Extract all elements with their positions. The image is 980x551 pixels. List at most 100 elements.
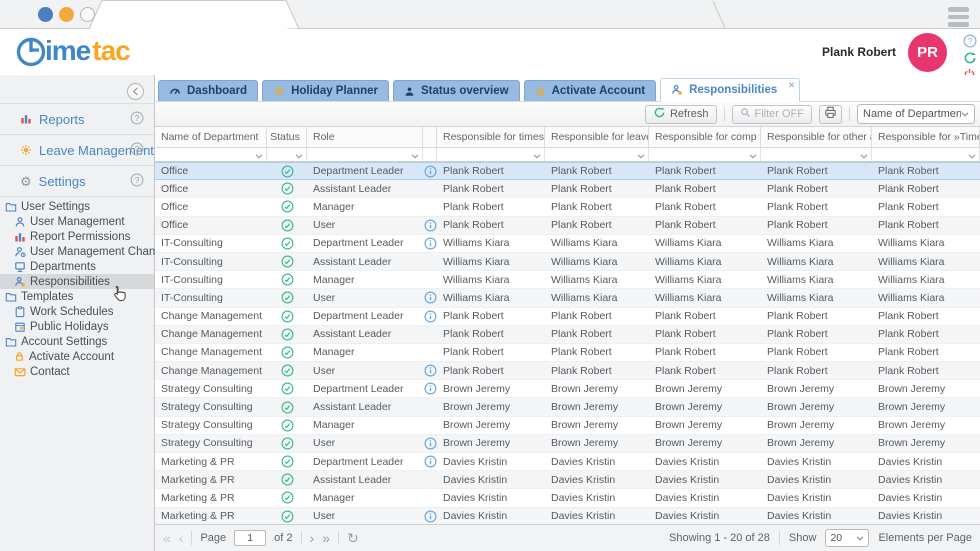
sidebar-item-user-management[interactable]: User Management	[0, 214, 154, 229]
help-icon[interactable]: ?	[130, 173, 144, 192]
table-row[interactable]: Change ManagementUserPlank RobertPlank R…	[155, 362, 980, 380]
sidebar-nav-leave-management[interactable]: Leave Management?	[0, 134, 154, 165]
info-icon[interactable]	[424, 364, 437, 377]
table-row[interactable]: Marketing & PRAssistant LeaderDavies Kri…	[155, 471, 980, 489]
info-icon[interactable]	[424, 165, 437, 178]
table-row[interactable]: IT-ConsultingManagerWilliams KiaraWillia…	[155, 271, 980, 289]
sidebar-nav-reports[interactable]: Reports?	[0, 103, 154, 134]
table-row[interactable]: IT-ConsultingUserWilliams KiaraWilliams …	[155, 289, 980, 307]
table-row[interactable]: Change ManagementDepartment LeaderPlank …	[155, 308, 980, 326]
tab-holiday-planner[interactable]: Holiday Planner	[262, 80, 389, 101]
table-row[interactable]: IT-ConsultingDepartment LeaderWilliams K…	[155, 235, 980, 253]
table-row[interactable]: Strategy ConsultingUserBrown JeremyBrown…	[155, 435, 980, 453]
info-icon[interactable]	[424, 455, 437, 468]
column-header[interactable]: Responsible for other absen...	[761, 127, 872, 147]
sidebar-item-report-permissions[interactable]: Report Permissions	[0, 229, 154, 244]
column-header[interactable]: Status	[267, 127, 307, 147]
browser-chrome	[0, 0, 980, 29]
filter-cell[interactable]	[545, 148, 649, 161]
role-cell: Department Leader	[307, 383, 423, 395]
info-icon[interactable]	[424, 219, 437, 232]
column-header[interactable]: Responsible for timestamp r...	[437, 127, 545, 147]
last-page-button[interactable]: »	[322, 531, 330, 545]
page-input[interactable]	[234, 530, 266, 546]
info-icon[interactable]	[424, 237, 437, 250]
filter-cell[interactable]	[267, 148, 307, 161]
refresh-grid-icon[interactable]: ↻	[347, 531, 359, 545]
column-header[interactable]: Responsible for »Timesheet ...	[872, 127, 980, 147]
table-row[interactable]: Marketing & PRManagerDavies KristinDavie…	[155, 489, 980, 507]
first-page-button[interactable]: «	[163, 531, 171, 545]
sidebar-item-user-management-changelog[interactable]: User Management Changelog	[0, 244, 154, 259]
sidebar-item-work-schedules[interactable]: Work Schedules	[0, 304, 154, 319]
table-row[interactable]: Strategy ConsultingDepartment LeaderBrow…	[155, 380, 980, 398]
table-row[interactable]: Strategy ConsultingManagerBrown JeremyBr…	[155, 417, 980, 435]
table-row[interactable]: OfficeAssistant LeaderPlank RobertPlank …	[155, 180, 980, 198]
department-cell: Marketing & PR	[155, 492, 267, 504]
responsible-cell: Williams Kiara	[872, 237, 980, 249]
table-row[interactable]: OfficeDepartment LeaderPlank RobertPlank…	[155, 162, 980, 180]
help-icon[interactable]: ?	[130, 142, 144, 161]
filter-cell[interactable]	[155, 148, 267, 161]
table-row[interactable]: Strategy ConsultingAssistant LeaderBrown…	[155, 398, 980, 416]
tree-item-label: Account Settings	[21, 336, 107, 348]
sidebar-item-activate-account[interactable]: Activate Account	[0, 349, 154, 364]
refresh-button[interactable]: Refresh	[645, 105, 717, 124]
table-row[interactable]: OfficeManagerPlank RobertPlank RobertPla…	[155, 198, 980, 216]
column-header[interactable]: Name of Department	[155, 127, 267, 147]
info-icon[interactable]	[424, 510, 437, 523]
sidebar-collapse-button[interactable]	[127, 83, 144, 100]
next-page-button[interactable]: ›	[310, 531, 315, 545]
filter-off-button[interactable]: Filter OFF	[732, 105, 813, 124]
column-header[interactable]: Responsible for leave reque...	[545, 127, 649, 147]
table-row[interactable]: Change ManagementManagerPlank RobertPlan…	[155, 344, 980, 362]
tab-dashboard[interactable]: Dashboard	[158, 80, 258, 101]
info-icon[interactable]	[424, 291, 437, 304]
table-row[interactable]: OfficeUserPlank RobertPlank RobertPlank …	[155, 217, 980, 235]
sidebar-item-contact[interactable]: Contact	[0, 364, 154, 379]
sidebar-item-user-settings[interactable]: User Settings	[0, 199, 154, 214]
help-icon[interactable]: ?	[963, 34, 977, 48]
info-icon[interactable]	[424, 310, 437, 323]
tree-item-label: User Management	[30, 216, 125, 228]
column-config-select[interactable]: Name of Department, Statu	[857, 104, 975, 124]
reload-icon[interactable]	[963, 51, 977, 65]
filter-cell[interactable]	[761, 148, 872, 161]
table-row[interactable]: Change ManagementAssistant LeaderPlank R…	[155, 326, 980, 344]
responsible-cell: Brown Jeremy	[761, 419, 872, 431]
filter-cell[interactable]	[649, 148, 761, 161]
column-header[interactable]: Role	[307, 127, 423, 147]
filter-cell[interactable]	[307, 148, 423, 161]
table-row[interactable]: Marketing & PRDepartment LeaderDavies Kr…	[155, 453, 980, 471]
tab-activate-account[interactable]: Activate Account	[524, 80, 657, 101]
department-cell: Office	[155, 219, 267, 231]
avatar[interactable]: PR	[908, 33, 947, 72]
filter-cell[interactable]	[437, 148, 545, 161]
hamburger-menu-icon[interactable]	[948, 4, 970, 30]
sidebar-item-departments[interactable]: Departments	[0, 259, 154, 274]
sidebar-item-responsibilities[interactable]: Responsibilities	[0, 274, 154, 289]
tab-responsibilities[interactable]: Responsibilities✕	[660, 78, 800, 102]
sidebar-item-templates[interactable]: Templates	[0, 289, 154, 304]
info-cell	[423, 219, 437, 232]
gauge-icon	[169, 85, 181, 97]
filter-cell[interactable]	[423, 148, 437, 161]
tab-status-overview[interactable]: Status overview	[393, 80, 520, 101]
page-size-select[interactable]: 20	[825, 529, 869, 547]
status-cell	[267, 382, 307, 395]
prev-page-button[interactable]: ‹	[179, 531, 184, 545]
info-icon[interactable]	[424, 382, 437, 395]
sidebar-item-account-settings[interactable]: Account Settings	[0, 334, 154, 349]
filter-cell[interactable]	[872, 148, 980, 161]
sidebar-item-public-holidays[interactable]: Public Holidays	[0, 319, 154, 334]
table-row[interactable]: IT-ConsultingAssistant LeaderWilliams Ki…	[155, 253, 980, 271]
info-icon[interactable]	[424, 437, 437, 450]
sidebar-nav-settings[interactable]: ⚙Settings?	[0, 165, 154, 197]
responsible-cell: Davies Kristin	[761, 510, 872, 522]
close-icon[interactable]: ✕	[788, 80, 796, 91]
help-icon[interactable]: ?	[130, 111, 144, 130]
print-button[interactable]	[819, 105, 842, 124]
column-header[interactable]: Responsible for comp time r...	[649, 127, 761, 147]
column-header[interactable]	[423, 127, 437, 147]
status-cell	[267, 455, 307, 468]
